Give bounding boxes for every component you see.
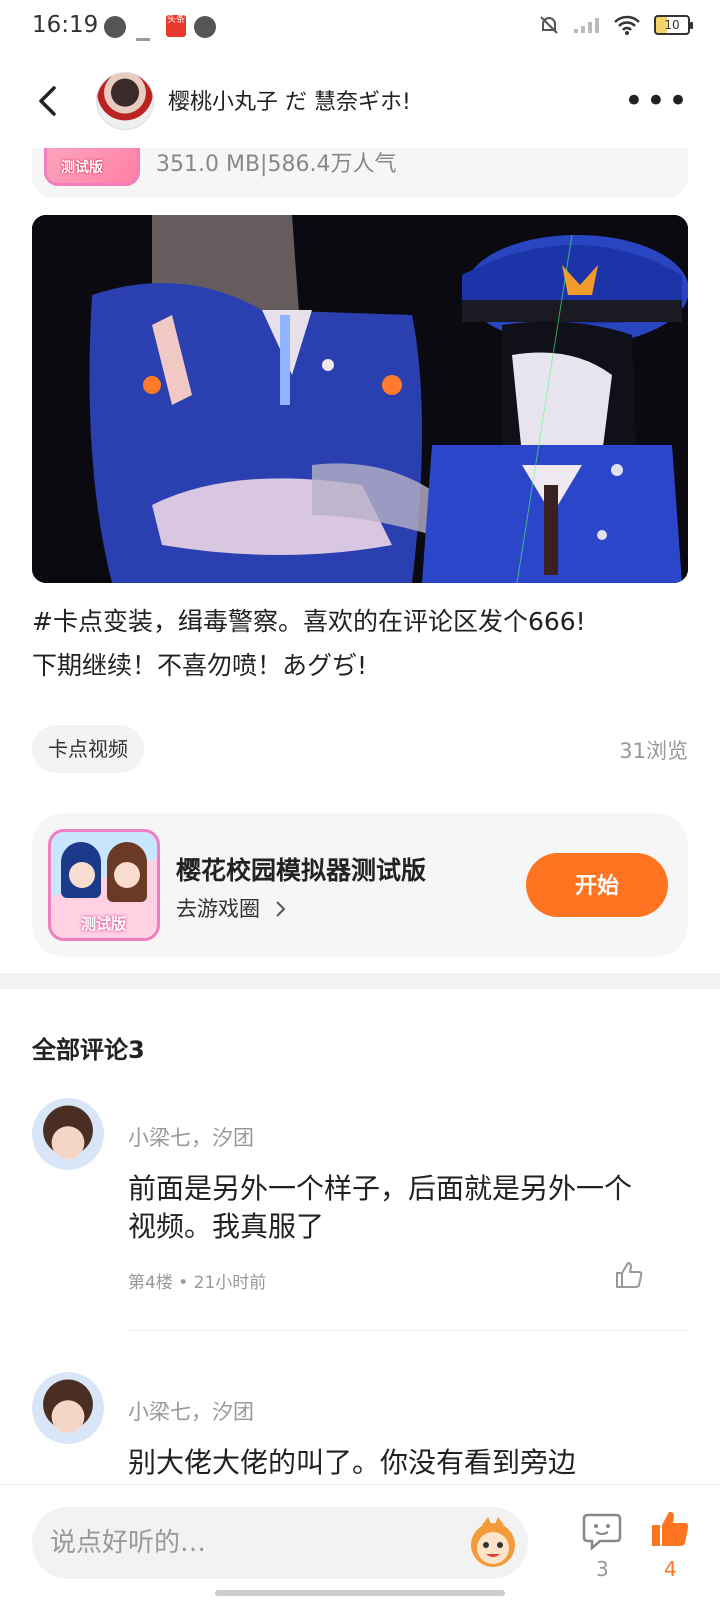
news-app-icon: 头条 — [166, 15, 186, 37]
status-time: 16:19 — [32, 12, 99, 38]
status-bar: 16:19 头条 10 — [0, 0, 720, 56]
download-icon — [136, 16, 150, 41]
comment-input[interactable] — [32, 1507, 528, 1579]
commenter-name[interactable]: 小梁七，汐团 — [128, 1122, 254, 1152]
post-header: 樱桃小丸子 だ 慧奈ギホ! ••• — [0, 56, 720, 148]
video-frame-image — [32, 215, 688, 583]
top-app-meta: 351.0 MB|586.4万人气 — [156, 152, 397, 177]
mute-bell-icon — [540, 16, 558, 34]
game-app-icon: 测试版 — [48, 829, 160, 941]
commenter-avatar[interactable] — [32, 1372, 104, 1444]
signal-icon — [574, 18, 599, 33]
post-video[interactable] — [32, 215, 688, 583]
comment-text: 前面是另外一个样子，后面就是另外一个视频。我真服了 — [128, 1172, 633, 1243]
comment-meta: 第4楼 • 21小时前 — [128, 1273, 267, 1293]
author-name[interactable]: 樱桃小丸子 だ 慧奈ギホ! — [168, 84, 411, 116]
comment-bubble-icon[interactable] — [582, 1511, 622, 1551]
game-circle-label: 去游戏圈 — [176, 897, 260, 921]
like-count: 4 — [664, 1557, 677, 1581]
topic-tag[interactable]: 卡点视频 — [32, 725, 144, 773]
compass-app-icon — [194, 16, 216, 38]
wifi-icon — [614, 15, 640, 35]
battery-icon: 10 — [654, 15, 693, 35]
commenter-name[interactable]: 小梁七，汐团 — [128, 1396, 254, 1426]
bottom-bar: 3 4 — [0, 1484, 720, 1601]
back-arrow-icon[interactable] — [32, 84, 66, 118]
game-app-name: 樱花校园模拟器测试版 — [176, 856, 427, 885]
more-options-icon[interactable]: ••• — [624, 84, 690, 118]
author-avatar[interactable] — [96, 72, 154, 130]
post-caption: #卡点变装，缉毒警察。喜欢的在评论区发个666! 下期继续！不喜勿喷！あグぢ! — [32, 600, 692, 688]
thumbs-up-icon[interactable] — [614, 1260, 644, 1290]
top-app-badge: 测试版 — [61, 160, 103, 176]
home-indicator[interactable] — [215, 1590, 505, 1596]
commenter-avatar[interactable] — [32, 1098, 104, 1170]
comment-text: 别大佬大佬的叫了。你没有看到旁边 — [128, 1446, 577, 1479]
music-app-icon — [104, 16, 126, 38]
section-divider — [0, 973, 720, 989]
emoji-sticker-icon[interactable] — [466, 1515, 520, 1569]
like-icon[interactable] — [650, 1509, 690, 1549]
caption-line-1: #卡点变装，缉毒警察。喜欢的在评论区发个666! — [32, 607, 586, 636]
comment-count: 3 — [596, 1557, 609, 1581]
game-circle-link[interactable]: 去游戏圈 — [176, 893, 289, 923]
caption-line-2: 下期继续！不喜勿喷！あグぢ! — [32, 651, 368, 680]
chevron-right-icon — [275, 901, 286, 917]
view-count: 31浏览 — [619, 739, 688, 763]
comments-title: 全部评论3 — [32, 1036, 145, 1064]
game-app-badge: 测试版 — [81, 915, 127, 933]
start-game-button[interactable]: 开始 — [526, 853, 668, 917]
comment-separator — [128, 1330, 688, 1331]
game-app-card[interactable]: 测试版 樱花校园模拟器测试版 去游戏圈 开始 — [32, 813, 688, 957]
system-icons: 10 — [538, 14, 693, 36]
